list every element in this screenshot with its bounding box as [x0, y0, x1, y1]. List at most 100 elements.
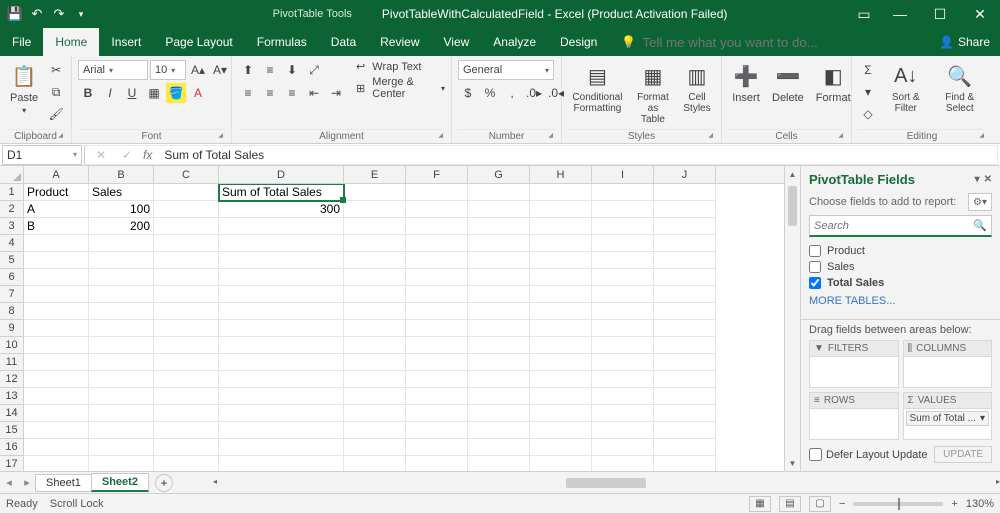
select-all-button[interactable]	[0, 166, 24, 183]
cell-G17[interactable]	[468, 456, 530, 471]
field-checkbox[interactable]	[809, 245, 821, 257]
autosum-icon[interactable]: Σ	[858, 60, 878, 80]
cell-G3[interactable]	[468, 218, 530, 235]
cell-C8[interactable]	[154, 303, 219, 320]
currency-icon[interactable]: $	[458, 83, 478, 103]
tab-formulas[interactable]: Formulas	[245, 28, 319, 56]
cell-G5[interactable]	[468, 252, 530, 269]
decrease-indent-icon[interactable]: ⇤	[304, 83, 324, 103]
scroll-thumb[interactable]	[785, 182, 800, 455]
cell-F6[interactable]	[406, 269, 468, 286]
row-header-3[interactable]: 3	[0, 218, 24, 235]
cell-C16[interactable]	[154, 439, 219, 456]
col-header-D[interactable]: D	[219, 166, 344, 183]
cell-G11[interactable]	[468, 354, 530, 371]
cell-B2[interactable]: 100	[89, 201, 154, 218]
cell-F10[interactable]	[406, 337, 468, 354]
cell-G4[interactable]	[468, 235, 530, 252]
row-header-11[interactable]: 11	[0, 354, 24, 371]
cell-C15[interactable]	[154, 422, 219, 439]
horizontal-scrollbar[interactable]	[217, 474, 996, 492]
cell-C6[interactable]	[154, 269, 219, 286]
increase-indent-icon[interactable]: ⇥	[326, 83, 346, 103]
pane-close-icon[interactable]: ✕	[984, 174, 992, 185]
row-header-8[interactable]: 8	[0, 303, 24, 320]
row-header-16[interactable]: 16	[0, 439, 24, 456]
undo-icon[interactable]: ↶	[30, 7, 44, 21]
row-header-13[interactable]: 13	[0, 388, 24, 405]
cell-styles-button[interactable]: ▥Cell Styles	[679, 60, 715, 116]
cell-F5[interactable]	[406, 252, 468, 269]
font-size-combo[interactable]: 10▾	[150, 60, 186, 80]
orientation-icon[interactable]: ⤢	[304, 60, 324, 80]
align-top-icon[interactable]: ⬆	[238, 60, 258, 80]
cell-C13[interactable]	[154, 388, 219, 405]
zoom-out-icon[interactable]: −	[839, 498, 845, 510]
cell-C17[interactable]	[154, 456, 219, 471]
cell-I15[interactable]	[592, 422, 654, 439]
vertical-scrollbar[interactable]: ▲ ▼	[784, 166, 800, 471]
cell-B9[interactable]	[89, 320, 154, 337]
col-header-A[interactable]: A	[24, 166, 89, 183]
tab-home[interactable]: Home	[43, 28, 99, 56]
formula-input[interactable]: Sum of Total Sales	[164, 148, 264, 162]
cell-D15[interactable]	[219, 422, 344, 439]
align-right-icon[interactable]: ≡	[282, 83, 302, 103]
tell-me-input[interactable]	[642, 35, 822, 50]
row-header-14[interactable]: 14	[0, 405, 24, 422]
cell-B1[interactable]: Sales	[89, 184, 154, 201]
paste-button[interactable]: 📋 Paste ▾	[6, 60, 42, 117]
tab-review[interactable]: Review	[368, 28, 431, 56]
values-area[interactable]: ΣVALUESSum of Total ...▾	[903, 392, 993, 440]
cell-A15[interactable]	[24, 422, 89, 439]
new-sheet-button[interactable]: +	[155, 474, 173, 492]
cell-D13[interactable]	[219, 388, 344, 405]
cell-E17[interactable]	[344, 456, 406, 471]
cell-F17[interactable]	[406, 456, 468, 471]
field-item[interactable]: Sales	[809, 259, 992, 275]
tab-data[interactable]: Data	[319, 28, 368, 56]
bold-button[interactable]: B	[78, 83, 98, 103]
comma-icon[interactable]: ,	[502, 83, 522, 103]
tab-nav-prev-icon[interactable]: ◂	[0, 476, 18, 489]
tab-page-layout[interactable]: Page Layout	[153, 28, 244, 56]
cell-G1[interactable]	[468, 184, 530, 201]
row-header-15[interactable]: 15	[0, 422, 24, 439]
cell-J17[interactable]	[654, 456, 716, 471]
cell-G10[interactable]	[468, 337, 530, 354]
align-middle-icon[interactable]: ≡	[260, 60, 280, 80]
cell-E14[interactable]	[344, 405, 406, 422]
tab-view[interactable]: View	[432, 28, 482, 56]
pane-dropdown-icon[interactable]: ▾	[975, 174, 980, 185]
row-header-2[interactable]: 2	[0, 201, 24, 218]
cell-I16[interactable]	[592, 439, 654, 456]
cell-A11[interactable]	[24, 354, 89, 371]
cell-I12[interactable]	[592, 371, 654, 388]
cell-I10[interactable]	[592, 337, 654, 354]
cancel-formula-icon[interactable]: ✕	[91, 145, 111, 165]
cell-C9[interactable]	[154, 320, 219, 337]
cell-B10[interactable]	[89, 337, 154, 354]
cell-A4[interactable]	[24, 235, 89, 252]
cell-H16[interactable]	[530, 439, 592, 456]
cell-F8[interactable]	[406, 303, 468, 320]
more-tables-link[interactable]: MORE TABLES...	[809, 295, 992, 307]
tab-design[interactable]: Design	[548, 28, 609, 56]
cell-H15[interactable]	[530, 422, 592, 439]
row-header-10[interactable]: 10	[0, 337, 24, 354]
cell-E16[interactable]	[344, 439, 406, 456]
cell-D9[interactable]	[219, 320, 344, 337]
cell-D14[interactable]	[219, 405, 344, 422]
format-cells-button[interactable]: ◧Format	[812, 60, 855, 106]
col-header-F[interactable]: F	[406, 166, 468, 183]
cell-A3[interactable]: B	[24, 218, 89, 235]
cell-A6[interactable]	[24, 269, 89, 286]
cell-D8[interactable]	[219, 303, 344, 320]
col-header-C[interactable]: C	[154, 166, 219, 183]
cell-F9[interactable]	[406, 320, 468, 337]
cell-J2[interactable]	[654, 201, 716, 218]
fill-color-icon[interactable]: 🪣	[166, 83, 186, 103]
format-painter-icon[interactable]: 🖌	[46, 104, 66, 124]
zoom-in-icon[interactable]: +	[951, 498, 957, 510]
cell-D2[interactable]: 300	[219, 201, 344, 218]
